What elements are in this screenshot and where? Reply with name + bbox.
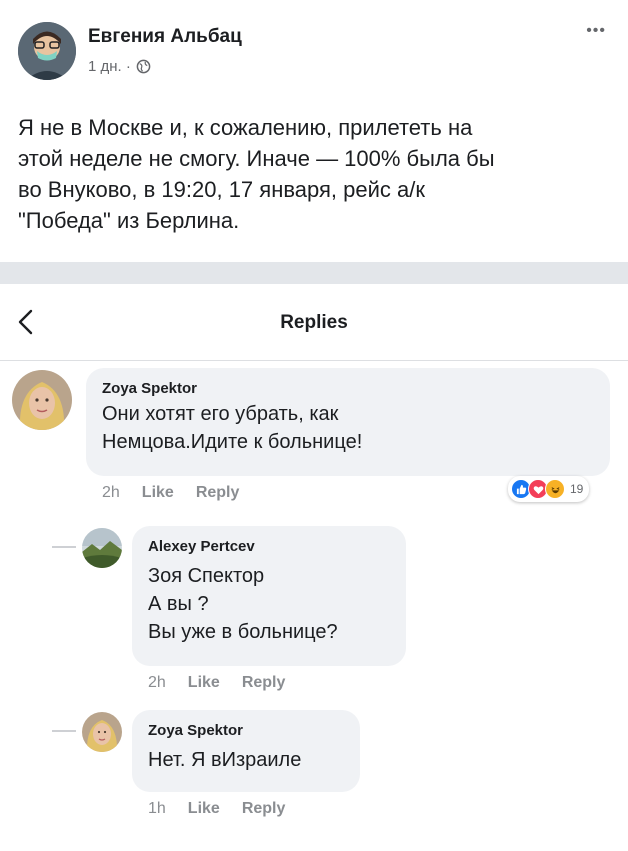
comment-actions: 1h Like Reply (148, 800, 285, 818)
commenter-avatar[interactable] (12, 370, 72, 430)
commenter-avatar[interactable] (82, 528, 122, 568)
post-time[interactable]: 1 дн. · (88, 58, 131, 75)
comment-author[interactable]: Zoya Spektor (102, 380, 197, 397)
comment-text: Зоя Спектор А вы ? Вы уже в больнице? (148, 565, 338, 643)
like-button[interactable]: Like (188, 800, 220, 818)
section-divider (0, 262, 628, 284)
like-button[interactable]: Like (188, 674, 220, 692)
comment-text: Они хотят его убрать, как Немцова.Идите … (102, 403, 363, 453)
like-button[interactable]: Like (142, 484, 174, 502)
replies-header: Replies (0, 284, 628, 361)
comment-actions: 2h Like Reply (148, 674, 285, 692)
comment-author[interactable]: Alexey Pertcev (148, 538, 255, 555)
comment-time[interactable]: 2h (102, 484, 120, 502)
globe-icon (136, 59, 151, 74)
haha-reaction-icon (545, 479, 565, 499)
post-meta: 1 дн. · (88, 58, 151, 75)
comment-bubble[interactable]: Alexey Pertcev Зоя Спектор А вы ? Вы уже… (132, 526, 406, 666)
more-icon[interactable]: ••• (586, 22, 606, 40)
comment-bubble[interactable]: Zoya Spektor Нет. Я вИзраиле (132, 710, 360, 792)
comment-author[interactable]: Zoya Spektor (148, 722, 243, 739)
comment-bubble[interactable]: Zoya Spektor Они хотят его убрать, как Н… (86, 368, 610, 476)
comment-actions: 2h Like Reply (102, 484, 239, 502)
commenter-avatar[interactable] (82, 712, 122, 752)
reply-connector (52, 546, 76, 548)
replies-title: Replies (280, 312, 348, 333)
post-card: Евгения Альбац 1 дн. · ••• Я не в Москве… (0, 0, 628, 262)
reply-button[interactable]: Reply (242, 800, 286, 818)
comment-time[interactable]: 1h (148, 800, 166, 818)
comment-time[interactable]: 2h (148, 674, 166, 692)
reaction-summary[interactable]: 19 (508, 476, 590, 502)
replies-panel: Replies Zoya Spektor Они хотят его убрат… (0, 284, 628, 851)
reaction-count: 19 (570, 482, 584, 496)
comment-text: Нет. Я вИзраиле (148, 749, 302, 771)
post-author-name[interactable]: Евгения Альбац (88, 26, 242, 48)
post-author-avatar[interactable] (18, 22, 76, 80)
reply-connector (52, 730, 76, 732)
reply-button[interactable]: Reply (242, 674, 286, 692)
post-text: Я не в Москве и, к сожалению, прилететь … (18, 115, 495, 233)
reply-button[interactable]: Reply (196, 484, 240, 502)
